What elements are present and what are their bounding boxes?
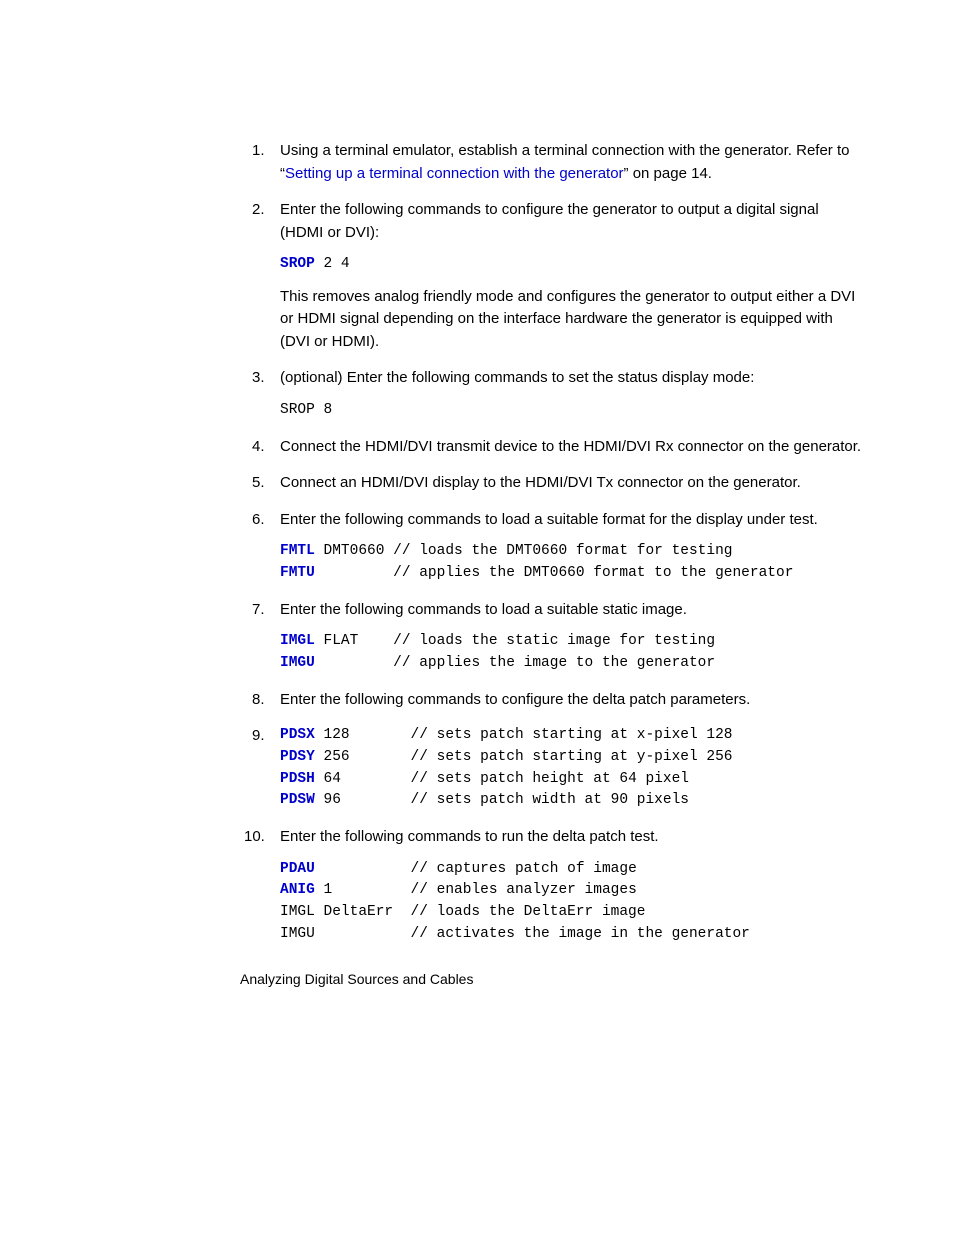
code-text: IMGU // activates the image in the gener… — [280, 926, 750, 942]
step-number: 1. — [252, 140, 265, 163]
step-text: Connect the HDMI/DVI transmit device to … — [280, 438, 861, 455]
code-text: // captures patch of image — [315, 861, 637, 877]
code-block: IMGL FLAT // loads the static image for … — [280, 631, 864, 675]
step-number: 2. — [252, 199, 265, 222]
code-text: 2 4 — [315, 256, 350, 272]
step-text: Connect an HDMI/DVI display to the HDMI/… — [280, 474, 801, 491]
code-text: 1 // enables analyzer images — [315, 882, 637, 898]
code-keyword: IMGL — [280, 633, 315, 649]
step-7: 7. Enter the following commands to load … — [240, 599, 864, 675]
code-block: PDAU // captures patch of image ANIG 1 /… — [280, 859, 864, 946]
code-text: 256 // sets patch starting at y-pixel 25… — [315, 749, 733, 765]
steps-list: 1. Using a terminal emulator, establish … — [240, 140, 864, 946]
step-number: 5. — [252, 472, 265, 495]
step-text: Enter the following commands to run the … — [280, 828, 659, 845]
code-block: SROP 2 4 — [280, 254, 864, 276]
step-9: 9. PDSX 128 // sets patch starting at x-… — [240, 725, 864, 812]
code-text: // applies the DMT0660 format to the gen… — [315, 565, 794, 581]
step-text: Enter the following commands to configur… — [280, 691, 750, 708]
step-number: 6. — [252, 509, 265, 532]
document-page: 1. Using a terminal emulator, establish … — [0, 0, 954, 1035]
page-footer: Analyzing Digital Sources and Cables — [240, 971, 473, 987]
step-number: 8. — [252, 689, 265, 712]
step-number: 9. — [252, 725, 265, 748]
step-text: Enter the following commands to load a s… — [280, 601, 687, 618]
code-text: IMGL DeltaErr // loads the DeltaErr imag… — [280, 904, 645, 920]
code-text: 128 // sets patch starting at x-pixel 12… — [315, 727, 733, 743]
code-block: PDSX 128 // sets patch starting at x-pix… — [280, 725, 864, 812]
code-text: 64 // sets patch height at 64 pixel — [315, 771, 689, 787]
code-keyword: PDSW — [280, 792, 315, 808]
step-10: 10. Enter the following commands to run … — [240, 826, 864, 946]
xref-link[interactable]: Setting up a terminal connection with th… — [285, 165, 624, 182]
code-block: SROP 8 — [280, 400, 864, 422]
code-keyword: IMGU — [280, 655, 315, 671]
step-number: 4. — [252, 436, 265, 459]
code-text: DMT0660 // loads the DMT0660 format for … — [315, 543, 733, 559]
code-block: FMTL DMT0660 // loads the DMT0660 format… — [280, 541, 864, 585]
step-text: (optional) Enter the following commands … — [280, 369, 754, 386]
code-text: FLAT // loads the static image for testi… — [315, 633, 715, 649]
step-8: 8. Enter the following commands to confi… — [240, 689, 864, 712]
step-5: 5. Connect an HDMI/DVI display to the HD… — [240, 472, 864, 495]
code-keyword: PDSH — [280, 771, 315, 787]
step-6: 6. Enter the following commands to load … — [240, 509, 864, 585]
step-3: 3. (optional) Enter the following comman… — [240, 367, 864, 421]
code-keyword: PDSX — [280, 727, 315, 743]
code-keyword: FMTU — [280, 565, 315, 581]
step-text: Enter the following commands to load a s… — [280, 511, 818, 528]
code-text: 96 // sets patch width at 90 pixels — [315, 792, 689, 808]
code-text: // applies the image to the generator — [315, 655, 715, 671]
step-number: 3. — [252, 367, 265, 390]
code-keyword: FMTL — [280, 543, 315, 559]
code-keyword: PDAU — [280, 861, 315, 877]
step-text: Enter the following commands to configur… — [280, 201, 819, 241]
code-keyword: PDSY — [280, 749, 315, 765]
step-2: 2. Enter the following commands to confi… — [240, 199, 864, 353]
code-keyword: SROP — [280, 256, 315, 272]
step-number: 7. — [252, 599, 265, 622]
step-1: 1. Using a terminal emulator, establish … — [240, 140, 864, 185]
step-number: 10. — [244, 826, 265, 849]
step-text: Using a terminal emulator, establish a t… — [280, 142, 849, 182]
code-keyword: ANIG — [280, 882, 315, 898]
code-text: SROP 8 — [280, 402, 332, 418]
step-text: This removes analog friendly mode and co… — [280, 288, 855, 350]
step-4: 4. Connect the HDMI/DVI transmit device … — [240, 436, 864, 459]
